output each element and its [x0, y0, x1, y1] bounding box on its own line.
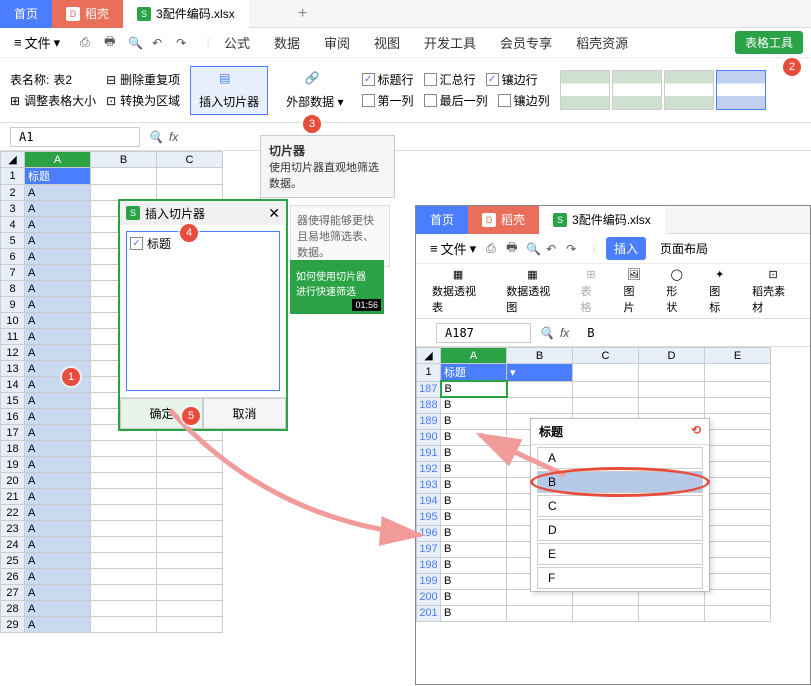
cb-total[interactable]: 汇总行	[424, 71, 476, 88]
w2-tab-home[interactable]: 首页	[416, 206, 468, 234]
help-panel: 器使得能够更快且易地筛选表、数据。	[290, 205, 390, 267]
tab-formula[interactable]: 公式	[214, 33, 260, 52]
menu-bar: ≡ 文件 ▾ ⎙ 🖶 🔍 ↶ ↷ ⁝ 公式 数据 审阅 视图 开发工具 会员专享…	[0, 28, 811, 58]
w2-name-box[interactable]: A187	[436, 323, 531, 343]
corner[interactable]: ◢	[1, 152, 25, 168]
insert-slicer-dialog: S 插入切片器 ✕ ✓ 标题 确定 取消	[118, 199, 288, 431]
badge-4: 4	[180, 224, 198, 242]
assets-btn[interactable]: ⊡稻壳素材	[744, 264, 802, 319]
badge-1: 1	[62, 368, 80, 386]
docshell-icon: D	[66, 7, 80, 21]
save-icon[interactable]: ⎙	[80, 35, 96, 51]
badge-2: 2	[783, 58, 801, 76]
tab-data[interactable]: 数据	[264, 33, 310, 52]
slicer-tooltip: 切片器 使用切片器直观地筛选数据。	[260, 135, 395, 198]
table-btn[interactable]: ⊞表格	[573, 264, 610, 319]
insert-tab[interactable]: 插入	[606, 237, 646, 260]
w2-tab-docshell[interactable]: D稻壳	[468, 206, 539, 234]
style-4[interactable]	[716, 70, 766, 110]
slicer-item-D[interactable]: D	[537, 519, 703, 541]
print-icon[interactable]: 🖶	[506, 241, 522, 257]
save-icon[interactable]: ⎙	[486, 241, 502, 257]
col-B[interactable]: B	[91, 152, 157, 168]
dialog-field-item[interactable]: ✓ 标题	[130, 235, 276, 252]
slicer-item-B[interactable]: B	[537, 471, 703, 493]
cancel-button[interactable]: 取消	[203, 398, 286, 429]
w2-file-menu[interactable]: ≡ 文件 ▾	[424, 236, 482, 261]
video-card[interactable]: 如何使用切片器 进行快速筛选 01:56	[290, 260, 384, 314]
col-C[interactable]: C	[157, 152, 223, 168]
name-box-row: A1 🔍 fx	[0, 123, 811, 151]
shapes-btn[interactable]: ◯形状	[658, 264, 695, 319]
insert-slicer[interactable]: ▤ 插入切片器	[190, 66, 268, 115]
slicer-item-C[interactable]: C	[537, 495, 703, 517]
app-tabs: 首页 D 稻壳 S 3配件编码.xlsx +	[0, 0, 811, 28]
slicer-item-E[interactable]: E	[537, 543, 703, 565]
tab-file[interactable]: S 3配件编码.xlsx	[123, 0, 249, 28]
badge-5: 5	[182, 407, 200, 425]
resize-table[interactable]: ⊞ 调整表格大小	[10, 92, 96, 109]
zoom-icon[interactable]: 🔍	[148, 130, 163, 144]
slicer-icon: ▤	[219, 71, 239, 91]
fx-icon[interactable]: fx	[169, 130, 178, 144]
page-layout-tab[interactable]: 页面布局	[660, 240, 708, 257]
undo-icon[interactable]: ↶	[546, 241, 562, 257]
checkbox-icon[interactable]: ✓	[130, 237, 143, 250]
cb-last[interactable]: 最后一列	[424, 92, 488, 109]
redo-icon[interactable]: ↷	[176, 35, 192, 51]
sheets-icon: S	[126, 206, 140, 220]
ribbon: 表名称: 表2 ⊞ 调整表格大小 ⊟ 删除重复项 ⊡ 转换为区域 ▤ 插入切片器…	[0, 58, 811, 123]
tab-view[interactable]: 视图	[364, 33, 410, 52]
redo-icon[interactable]: ↷	[566, 241, 582, 257]
tab-review[interactable]: 审阅	[314, 33, 360, 52]
slicer-panel[interactable]: 标题 ⟲ A B C D E F	[530, 418, 710, 592]
pivot-table[interactable]: ▦数据透视表	[424, 264, 492, 319]
tab-member[interactable]: 会员专享	[490, 33, 562, 52]
dialog-close[interactable]: ✕	[268, 205, 280, 222]
name-box[interactable]: A1	[10, 127, 140, 147]
cb-banded[interactable]: ✓镶边行	[486, 71, 538, 88]
print-icon[interactable]: 🖶	[104, 35, 120, 51]
cb-header[interactable]: ✓标题行	[362, 71, 414, 88]
tab-dev[interactable]: 开发工具	[414, 33, 486, 52]
pivot-chart[interactable]: ▦数据透视图	[498, 264, 566, 319]
icons-btn[interactable]: ✦图标	[701, 264, 738, 319]
slicer-item-F[interactable]: F	[537, 567, 703, 589]
external-data[interactable]: 🔗 外部数据 ▾	[278, 67, 351, 114]
preview-icon[interactable]: 🔍	[128, 35, 144, 51]
preview-icon[interactable]: 🔍	[526, 241, 542, 257]
remove-dup[interactable]: ⊟ 删除重复项	[106, 71, 180, 88]
cb-first[interactable]: 第一列	[362, 92, 414, 109]
menu-hamburger[interactable]: ≡ 文件 ▾	[8, 30, 66, 55]
badge-3: 3	[303, 115, 321, 133]
table-tools-button[interactable]: 表格工具	[735, 31, 803, 54]
col-A[interactable]: A	[25, 152, 91, 168]
slicer-clear-icon[interactable]: ⟲	[691, 423, 701, 440]
style-3[interactable]	[664, 70, 714, 110]
cb-bandcol[interactable]: 镶边列	[498, 92, 550, 109]
tab-resources[interactable]: 稻壳资源	[566, 33, 638, 52]
undo-icon[interactable]: ↶	[152, 35, 168, 51]
picture-btn[interactable]: 🖼图片	[615, 264, 652, 319]
slicer-item-A[interactable]: A	[537, 447, 703, 469]
tab-new[interactable]: +	[289, 0, 317, 28]
w2-tab-file[interactable]: S3配件编码.xlsx	[539, 206, 665, 234]
tab-home[interactable]: 首页	[0, 0, 52, 28]
tab-docshell[interactable]: D 稻壳	[52, 0, 123, 28]
link-icon: 🔗	[305, 71, 325, 91]
style-1[interactable]	[560, 70, 610, 110]
sheets-icon: S	[137, 7, 151, 21]
style-2[interactable]	[612, 70, 662, 110]
table-styles[interactable]	[560, 70, 766, 110]
to-range[interactable]: ⊡ 转换为区域	[106, 92, 180, 109]
